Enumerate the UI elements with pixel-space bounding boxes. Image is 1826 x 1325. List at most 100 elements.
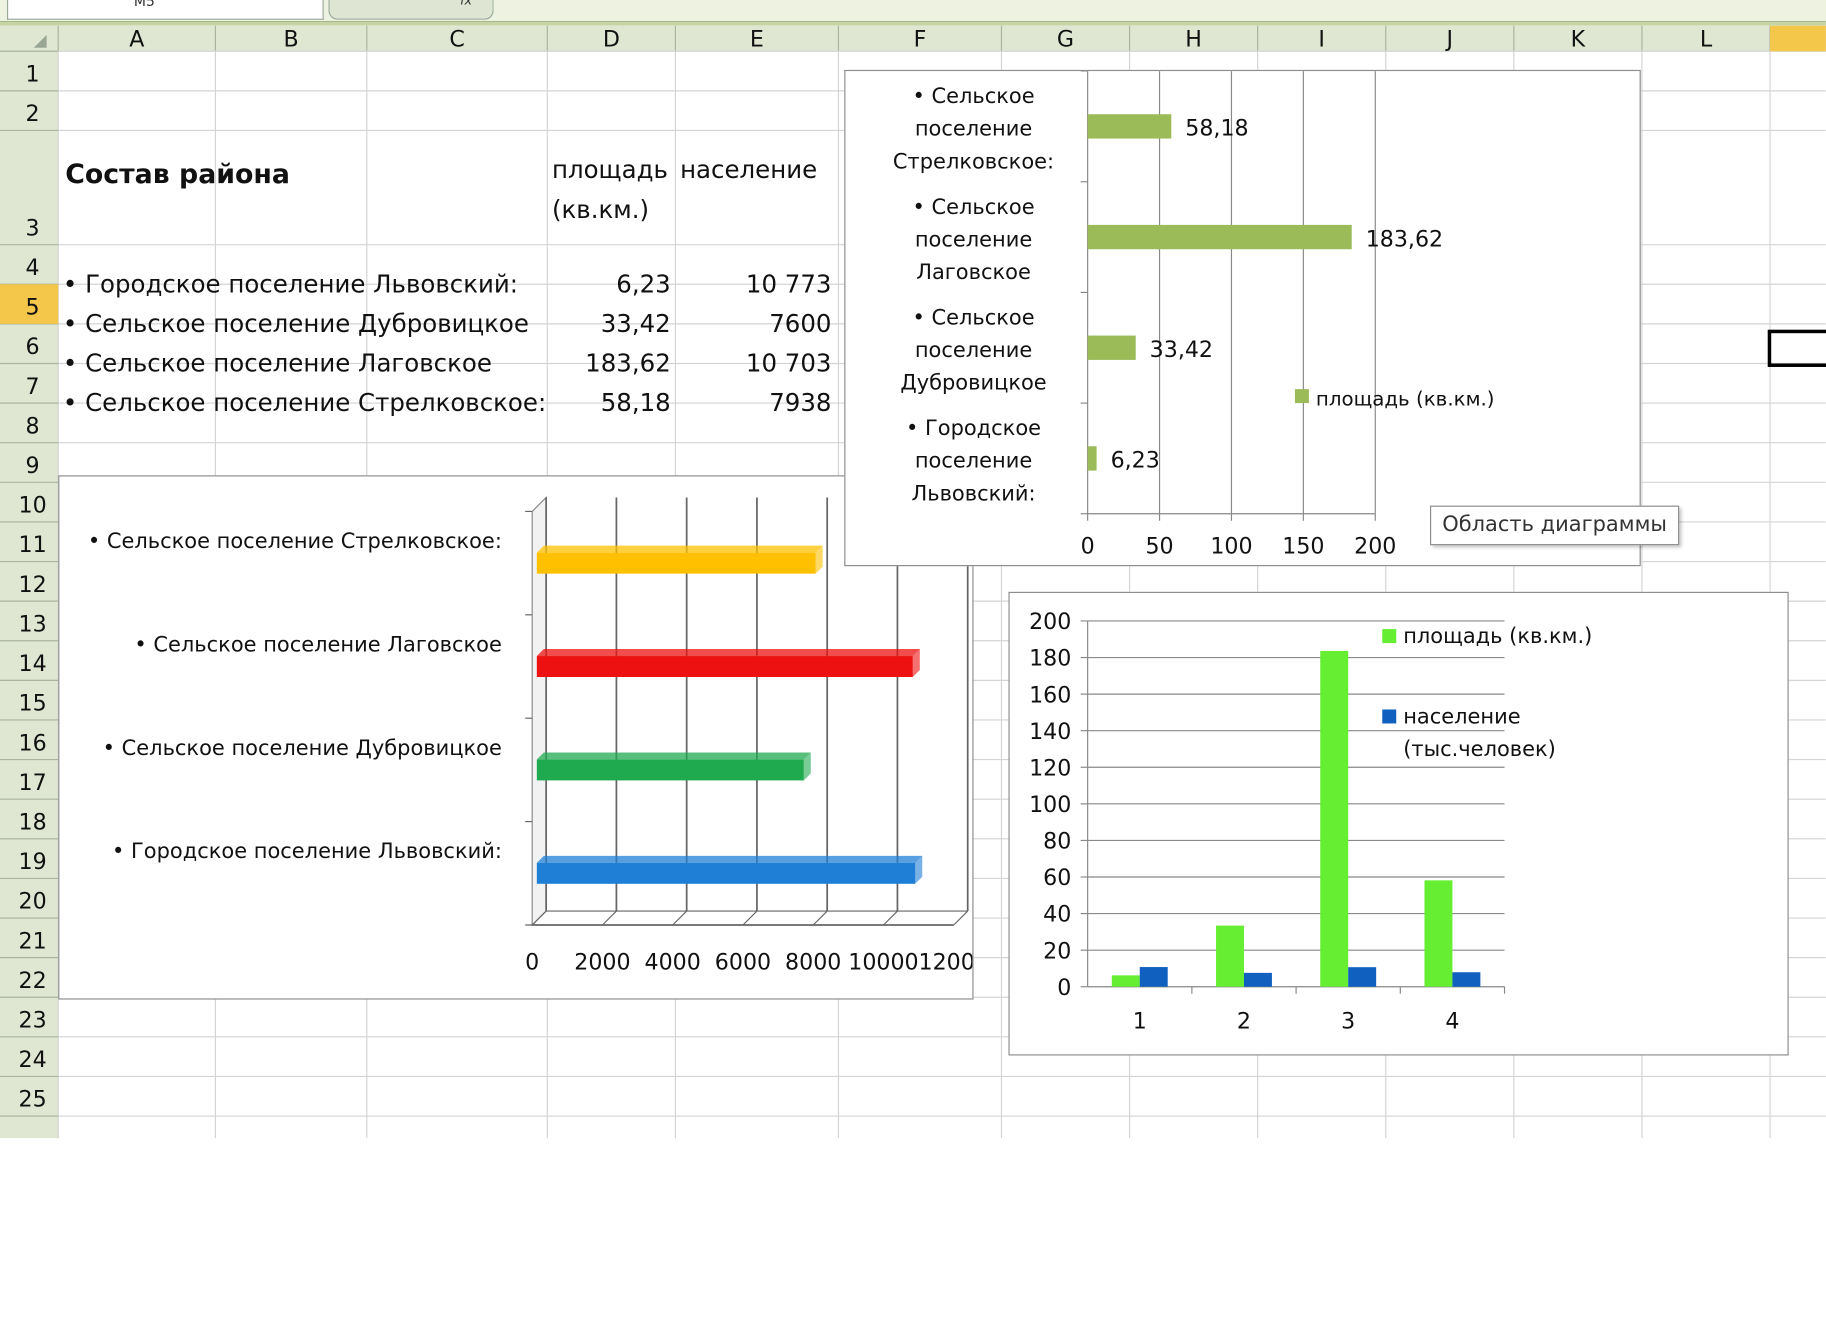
x-tick-label-8000: 8000 bbox=[785, 949, 841, 975]
chart-area[interactable]: 0 50 100 150 200 6,23 • Городское поселение Льво… bbox=[844, 69, 1641, 567]
y-tick-label-140: 140 bbox=[1029, 719, 1071, 745]
column-header-I: I bbox=[1318, 27, 1325, 53]
y-tick-label-20: 20 bbox=[1043, 938, 1071, 964]
y-tick-label-180: 180 bbox=[1029, 646, 1071, 672]
bar-top-1 bbox=[536, 855, 923, 863]
column-header-J: J bbox=[1445, 27, 1454, 53]
x-tick-label-3: 3 bbox=[1341, 1009, 1355, 1035]
table-title: Состав района bbox=[65, 159, 291, 190]
area-bar-3[interactable] bbox=[1087, 224, 1352, 250]
row-population-2[interactable]: 7600 bbox=[715, 310, 831, 338]
y-tick-label-160: 160 bbox=[1029, 682, 1071, 708]
area-category-label-4-1: • Сельское bbox=[912, 84, 1034, 108]
area-category-label-2-1: • Сельское bbox=[912, 305, 1034, 329]
row-header-3: 3 bbox=[26, 215, 40, 241]
population-category-label-1: • Городское поселение Львовский: bbox=[112, 839, 502, 863]
row-header-2: 2 bbox=[26, 101, 40, 127]
legend-swatch-area bbox=[1294, 389, 1309, 404]
row-area-4[interactable]: 58,18 bbox=[554, 389, 671, 417]
legend-label-area: площадь (кв.км.) bbox=[1316, 387, 1495, 410]
fx-icon: fx bbox=[459, 0, 473, 9]
y-tick-label-120: 120 bbox=[1029, 755, 1071, 781]
chart-columns[interactable]: 0 20 40 60 80 100 120 140 160 180 200 1 2 3 4 площадь (… bbox=[1008, 591, 1789, 1056]
header-area-line2: (кв.км.) bbox=[551, 195, 650, 224]
column-header-K: K bbox=[1571, 27, 1586, 53]
row-header-23: 23 bbox=[19, 1008, 47, 1034]
insert-function-button[interactable]: fx bbox=[328, 0, 494, 20]
column-bar-s2-1[interactable] bbox=[1139, 967, 1168, 987]
x-tick-label-10000: 10000 bbox=[848, 949, 918, 975]
name-box[interactable]: M5 bbox=[6, 0, 324, 20]
column-header-L: L bbox=[1700, 27, 1713, 53]
floor-line bbox=[742, 910, 758, 926]
legend-swatch-1 bbox=[1382, 629, 1397, 644]
population-category-label-3: • Сельское поселение Лаговское bbox=[134, 632, 501, 656]
population-bar-4[interactable] bbox=[536, 552, 816, 574]
column-bar-s2-4[interactable] bbox=[1452, 972, 1481, 987]
column-header-F: F bbox=[914, 27, 927, 53]
y-tick-label-0: 0 bbox=[1057, 975, 1071, 1001]
column-bar-s1-1[interactable] bbox=[1111, 975, 1140, 987]
row-header-10: 10 bbox=[19, 493, 47, 519]
column-bar-s2-3[interactable] bbox=[1348, 967, 1377, 987]
row-name-1[interactable]: • Городское поселение Львовский: bbox=[63, 270, 518, 298]
row-header-24: 24 bbox=[19, 1047, 47, 1073]
row-area-2[interactable]: 33,42 bbox=[554, 310, 671, 338]
x-tick-label-200: 200 bbox=[1354, 533, 1396, 559]
floor-line bbox=[812, 910, 828, 926]
row-name-4[interactable]: • Сельское поселение Стрелковское: bbox=[63, 389, 546, 417]
x-tick-label-4000: 4000 bbox=[645, 949, 701, 975]
population-bar-1[interactable] bbox=[536, 862, 916, 884]
row-header-21: 21 bbox=[19, 928, 47, 954]
column-bar-s1-3[interactable] bbox=[1320, 650, 1349, 987]
selected-cell[interactable] bbox=[1767, 329, 1826, 367]
bar-top-4 bbox=[536, 545, 823, 553]
y-tick-label-40: 40 bbox=[1043, 902, 1071, 928]
y-tick-label-80: 80 bbox=[1043, 829, 1071, 855]
row-name-2[interactable]: • Сельское поселение Дубровицкое bbox=[63, 310, 529, 338]
column-bar-s1-2[interactable] bbox=[1216, 925, 1244, 987]
x-tick-label-150: 150 bbox=[1282, 533, 1324, 559]
population-bar-2[interactable] bbox=[536, 759, 804, 781]
chart-population-3d[interactable]: 0 2000 4000 6000 8000 1000012000 • Городское п… bbox=[58, 475, 989, 1000]
area-bar-1[interactable] bbox=[1087, 446, 1097, 471]
area-bar-2[interactable] bbox=[1087, 335, 1136, 360]
header-population: население bbox=[680, 156, 818, 185]
area-category-label-2-3: Дубровицкое bbox=[900, 371, 1046, 395]
column-header-D: D bbox=[603, 27, 620, 53]
row-header-5: 5 bbox=[26, 295, 40, 321]
formula-bar: M5 fx bbox=[0, 0, 1826, 23]
area-category-label-3-1: • Сельское bbox=[912, 195, 1034, 219]
column-bar-s2-2[interactable] bbox=[1243, 972, 1272, 987]
floor-line bbox=[672, 910, 688, 926]
column-header-active bbox=[1770, 25, 1826, 52]
area-category-label-1-1: • Городское bbox=[906, 416, 1041, 440]
x-tick-label-12000: 12000 bbox=[919, 949, 973, 975]
x-tick-label-100: 100 bbox=[1210, 533, 1252, 559]
x-tick-label-4: 4 bbox=[1445, 1009, 1459, 1035]
row-area-3[interactable]: 183,62 bbox=[554, 350, 671, 378]
chart-area-svg: 0 50 100 150 200 6,23 • Городское поселение Льво… bbox=[893, 70, 1495, 559]
area-category-label-2-2: поселение bbox=[915, 338, 1032, 362]
x-tick-label-0: 0 bbox=[1081, 533, 1095, 559]
area-category-label-1-2: поселение bbox=[915, 449, 1032, 473]
row-header-1: 1 bbox=[26, 62, 40, 88]
row-header-20: 20 bbox=[19, 889, 47, 915]
y-tick-label-60: 60 bbox=[1043, 865, 1071, 891]
row-header-18: 18 bbox=[19, 809, 47, 835]
row-area-1[interactable]: 6,23 bbox=[554, 270, 670, 298]
row-population-3[interactable]: 10 703 bbox=[715, 350, 832, 378]
column-header-G: G bbox=[1057, 27, 1074, 53]
y-tick-label-200: 200 bbox=[1029, 609, 1071, 635]
area-data-label-3: 183,62 bbox=[1366, 226, 1443, 252]
area-category-label-3-2: поселение bbox=[915, 227, 1032, 251]
row-name-3[interactable]: • Сельское поселение Лаговское bbox=[63, 350, 492, 378]
row-population-1[interactable]: 10 773 bbox=[715, 270, 832, 298]
area-bar-4[interactable] bbox=[1087, 114, 1172, 139]
row-population-4[interactable]: 7938 bbox=[715, 389, 831, 417]
column-bar-s1-4[interactable] bbox=[1424, 880, 1453, 987]
row-header-8: 8 bbox=[26, 413, 40, 439]
floor-line bbox=[602, 910, 617, 926]
population-bar-3[interactable] bbox=[536, 656, 913, 678]
x-tick-label-1: 1 bbox=[1133, 1009, 1147, 1035]
